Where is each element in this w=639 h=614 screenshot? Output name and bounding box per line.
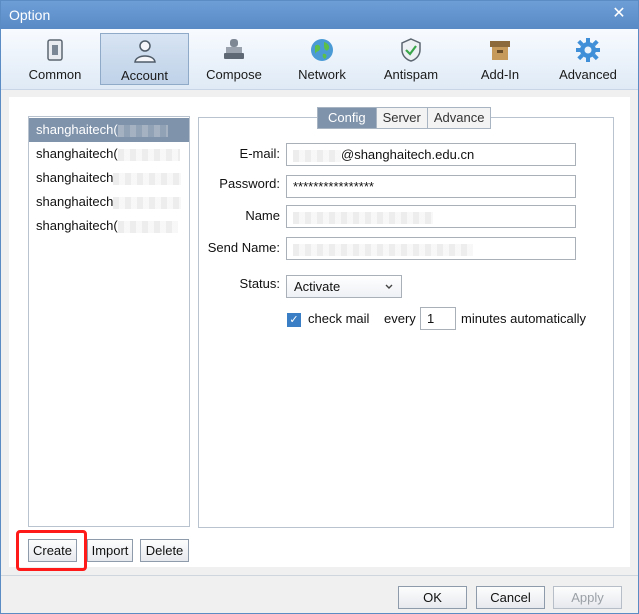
box-icon — [490, 41, 510, 60]
send-name-label: Send Name: — [207, 240, 280, 255]
toolbar-label: Common — [28, 67, 82, 82]
email-label: E-mail: — [239, 146, 280, 161]
status-label: Status: — [239, 276, 280, 291]
redacted-text — [113, 172, 182, 185]
password-field[interactable]: **************** — [286, 175, 576, 198]
toolbar-item-network[interactable]: Network — [279, 33, 365, 85]
globe-icon — [311, 39, 333, 61]
toolbar-label: Antispam — [383, 67, 439, 82]
list-item[interactable]: shanghaitech( — [29, 142, 189, 166]
list-item[interactable]: shanghaitech( — [29, 214, 189, 238]
toolbar-item-antispam[interactable]: Antispam — [367, 33, 455, 85]
user-icon — [133, 40, 156, 63]
apply-button[interactable]: Apply — [553, 586, 622, 609]
common-settings-icon — [47, 39, 63, 61]
interval-input[interactable]: 1 — [420, 307, 456, 330]
status-select[interactable]: Activate — [286, 275, 402, 298]
account-name: shanghaitech( — [36, 122, 118, 137]
create-button-highlight — [16, 530, 87, 571]
delete-button[interactable]: Delete — [140, 539, 189, 562]
check-mail-checkbox[interactable]: ✓ — [287, 313, 301, 327]
toolbar-item-account[interactable]: Account — [100, 33, 189, 85]
cancel-button[interactable]: Cancel — [476, 586, 545, 609]
toolbar-label: Account — [121, 68, 168, 83]
status-value: Activate — [294, 279, 341, 294]
toolbar-label: Add-In — [480, 67, 520, 82]
redacted-text — [113, 196, 182, 209]
options-window: Option ✕ Common Account Compose Network … — [0, 0, 639, 614]
list-item[interactable]: shanghaitech — [29, 166, 189, 190]
redacted-text — [293, 211, 433, 224]
gear-icon — [576, 38, 600, 62]
every-label: every — [384, 311, 416, 326]
list-item[interactable]: shanghaitech( — [29, 118, 189, 142]
send-name-field[interactable] — [286, 237, 576, 260]
toolbar-item-advanced[interactable]: Advanced — [545, 33, 631, 85]
toolbar-label: Compose — [206, 67, 262, 82]
redacted-text — [293, 243, 473, 256]
minutes-label: minutes automatically — [461, 311, 586, 326]
account-name: shanghaitech( — [36, 218, 118, 233]
list-item[interactable]: shanghaitech — [29, 190, 189, 214]
window-title: Option — [9, 7, 51, 23]
email-value: @shanghaitech.edu.cn — [341, 147, 475, 162]
redacted-text — [117, 124, 168, 137]
check-mail-label: check mail — [308, 311, 370, 326]
toolbar-item-compose[interactable]: Compose — [191, 33, 277, 85]
password-label: Password: — [219, 176, 280, 191]
toolbar-item-add-in[interactable]: Add-In — [457, 33, 543, 85]
tab-server[interactable]: Server — [376, 108, 428, 128]
account-page: shanghaitech( shanghaitech( shanghaitech… — [9, 97, 630, 567]
toolbar-label: Network — [298, 67, 346, 82]
name-field[interactable] — [286, 205, 576, 228]
toolbar-item-common[interactable]: Common — [11, 33, 99, 85]
account-name: shanghaitech( — [36, 146, 118, 161]
toolbar-label: Advanced — [559, 67, 617, 82]
name-label: Name — [245, 208, 280, 223]
account-config-panel: E-mail: @shanghaitech.edu.cn Password: *… — [198, 117, 614, 528]
account-list[interactable]: shanghaitech( shanghaitech( shanghaitech… — [28, 116, 190, 527]
dialog-footer: OK Cancel Apply — [1, 575, 638, 613]
account-name: shanghaitech — [36, 170, 114, 185]
shield-check-icon — [401, 38, 421, 62]
tab-advance[interactable]: Advance — [427, 108, 491, 128]
redacted-text — [117, 220, 178, 233]
import-button[interactable]: Import — [87, 539, 133, 562]
chevron-down-icon — [385, 284, 393, 289]
config-tabs: Config Server Advance — [317, 107, 492, 129]
tab-config[interactable]: Config — [318, 108, 377, 128]
redacted-text — [117, 148, 180, 161]
title-bar: Option ✕ — [1, 1, 638, 29]
password-value: **************** — [293, 179, 374, 194]
redacted-text — [293, 149, 341, 162]
close-icon[interactable]: ✕ — [610, 5, 628, 23]
ok-button[interactable]: OK — [398, 586, 467, 609]
account-name: shanghaitech — [36, 194, 114, 209]
compose-stamp-icon — [224, 39, 244, 59]
category-toolbar: Common Account Compose Network Antispam … — [1, 29, 638, 90]
interval-value: 1 — [427, 311, 435, 326]
email-field[interactable]: @shanghaitech.edu.cn — [286, 143, 576, 166]
